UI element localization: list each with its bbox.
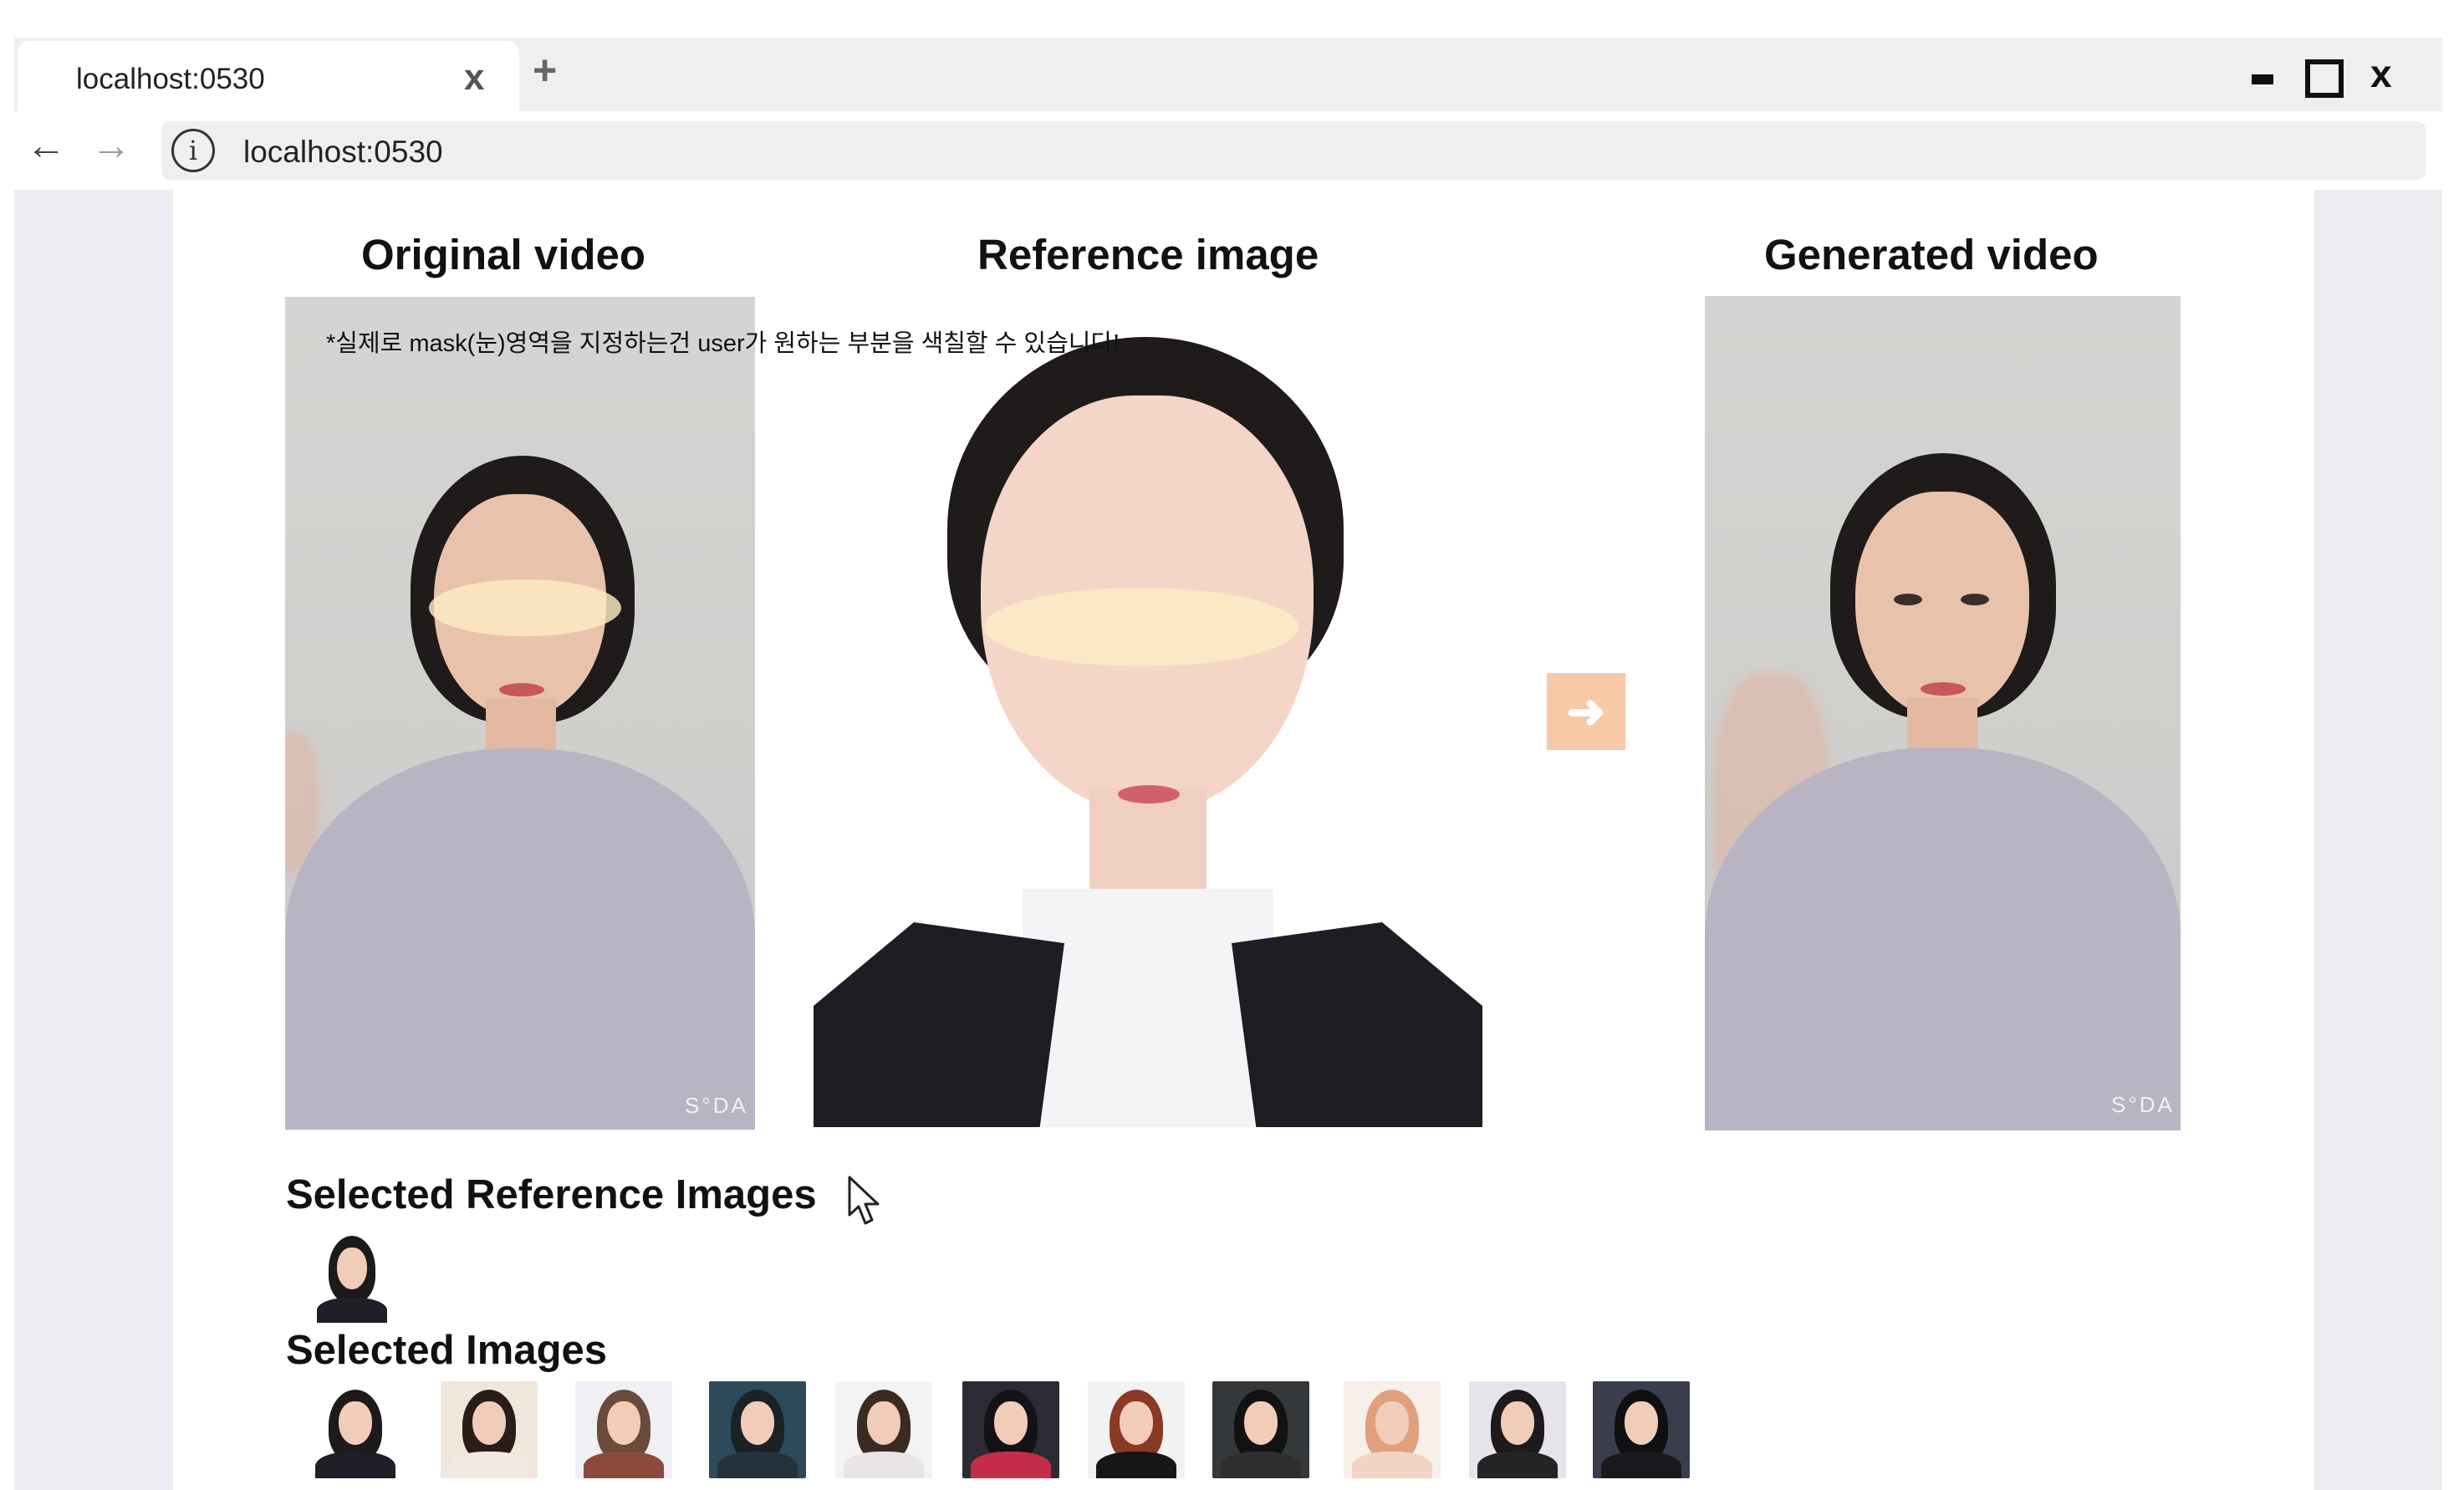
jacket-right [1232,922,1482,1127]
arrow-right-icon: ➜ [1566,685,1606,737]
shirt [1023,889,1273,1127]
new-tab-icon[interactable]: + [533,49,557,91]
mouse-cursor-icon [848,1176,880,1225]
selected-image-thumbnail[interactable] [1344,1381,1441,1478]
thumb-face [337,1248,367,1289]
person-body [285,748,755,1130]
eye-mask[interactable] [984,588,1298,666]
original-video[interactable]: S°DA [285,297,755,1130]
selected-reference-title: Selected Reference Images [286,1172,817,1217]
reference-image[interactable] [814,320,1482,1127]
selected-image-thumbnail[interactable] [1088,1381,1185,1478]
thumb-face [1244,1401,1278,1445]
thumb-face [472,1401,506,1445]
thumb-face [741,1401,774,1445]
thumb-body [1221,1452,1301,1478]
generate-arrow-button[interactable]: ➜ [1547,673,1625,750]
thumb-body [584,1452,664,1478]
selected-image-thumbnail[interactable] [835,1381,932,1478]
address-text[interactable]: localhost:0530 [243,135,443,170]
thumb-body [844,1452,924,1478]
back-arrow-icon[interactable]: ← [26,126,66,166]
navigation-bar: ← → i localhost:0530 [14,111,2442,190]
maximize-icon[interactable] [2300,56,2344,98]
selected-image-thumbnail[interactable] [1212,1381,1309,1478]
thumb-face [867,1401,900,1445]
selected-reference-thumbnail[interactable] [314,1229,389,1323]
selected-image-thumbnail[interactable] [1469,1381,1566,1478]
right-eye [1961,594,1989,605]
selected-image-thumbnail[interactable] [962,1381,1059,1478]
thumb-body [1096,1452,1176,1478]
thumb-body [1477,1452,1558,1478]
generated-video-title: Generated video [1764,231,2099,278]
info-icon[interactable]: i [171,129,215,172]
reference-image-title: Reference image [977,231,1319,278]
selected-image-thumbnail[interactable] [441,1381,538,1478]
person-neck [1089,788,1206,906]
thumb-face [1625,1401,1658,1445]
jacket-left [814,922,1064,1127]
eye-mask[interactable] [429,579,621,636]
selected-image-thumbnail[interactable] [1593,1381,1690,1478]
watermark: S°DA [2111,1092,2175,1117]
original-video-title: Original video [361,231,646,278]
address-bar[interactable]: i localhost:0530 [161,121,2426,180]
thumb-face [994,1401,1028,1445]
thumb-body [315,1452,395,1478]
thumb-body [971,1452,1051,1478]
thumb-body [1352,1452,1432,1478]
thumb-face [339,1401,372,1445]
minimize-icon[interactable] [2245,56,2282,93]
watermark: S°DA [685,1093,748,1118]
page-content: Original video Reference image Generated… [173,190,2314,1490]
thumb-face [607,1401,640,1445]
selected-image-thumbnail[interactable] [307,1381,404,1478]
thumb-face [1120,1401,1153,1445]
left-eye [1894,594,1922,605]
mask-note: *실제로 mask(눈)영역을 지정하는건 user가 원하는 부분을 색칠할 … [326,330,1120,357]
tab-close-icon[interactable]: x [464,59,484,96]
selected-image-thumbnail[interactable] [709,1381,806,1478]
selected-images-title: Selected Images [286,1328,608,1373]
selected-image-thumbnail[interactable] [575,1381,672,1478]
thumb-body [449,1452,529,1478]
lips [1118,785,1180,804]
thumb-face [1501,1401,1534,1445]
viewport: Original video Reference image Generated… [14,190,2442,1490]
thumb-body [717,1452,798,1478]
forward-arrow-icon[interactable]: → [91,126,131,166]
lips [1921,682,1966,696]
tab-title: localhost:0530 [76,63,265,95]
tab-bar: localhost:0530 x + x [14,38,2442,111]
window-close-icon[interactable]: x [2370,54,2407,93]
thumb-body [1601,1452,1681,1478]
thumb-body [317,1298,387,1323]
lips [499,683,544,697]
generated-video[interactable]: S°DA [1705,296,2181,1130]
thumb-face [1375,1401,1409,1445]
browser-tab[interactable]: localhost:0530 x [18,41,519,111]
person-body [1705,748,2181,1130]
